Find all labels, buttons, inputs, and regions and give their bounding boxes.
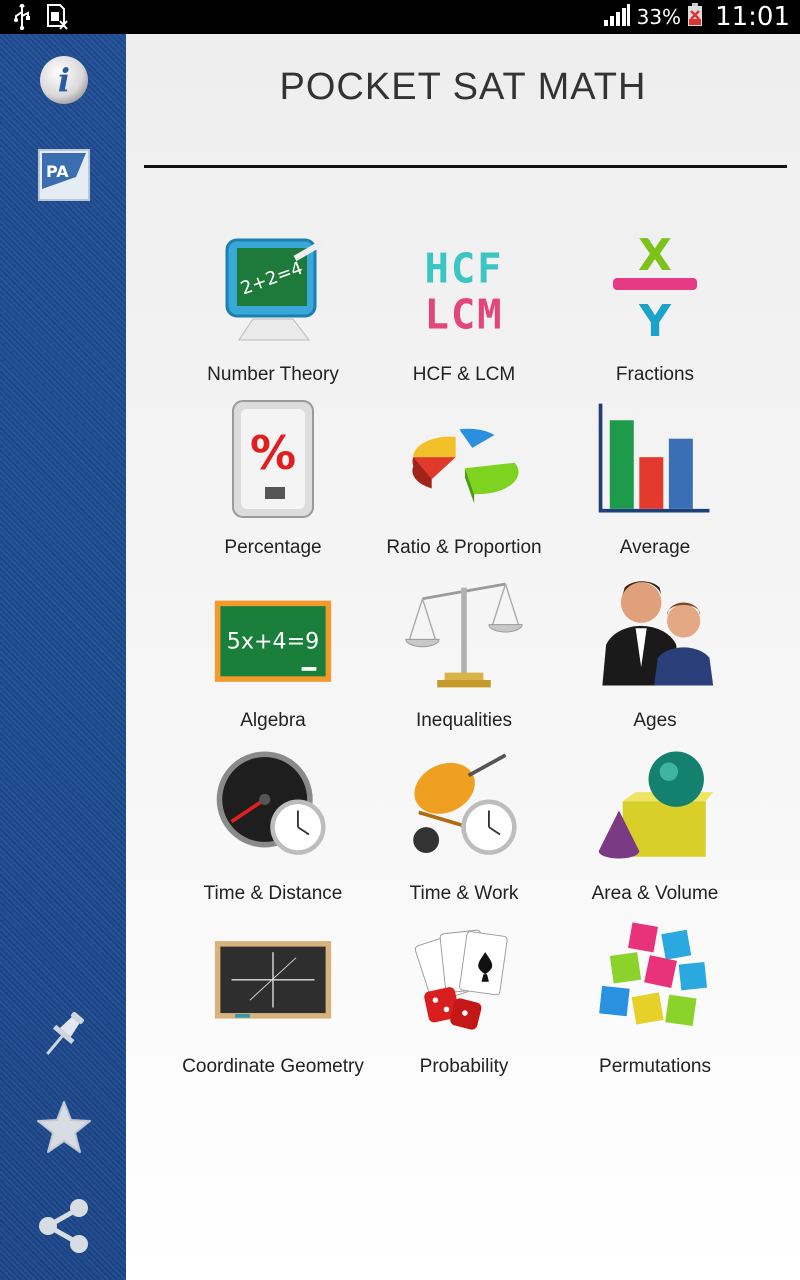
topic-label: Area & Volume	[591, 883, 719, 904]
share-icon	[34, 1195, 94, 1259]
topic-label: Algebra	[240, 710, 306, 731]
svg-text:i: i	[58, 61, 70, 99]
topic-inequalities[interactable]: Inequalities	[369, 568, 559, 741]
chalkboard-monitor-icon: 2+2=4	[213, 224, 333, 348]
sidebar: i PA	[0, 34, 126, 1280]
topic-label: Ages	[633, 710, 677, 731]
coordinate-board-icon	[213, 916, 333, 1040]
topic-label: Fractions	[615, 364, 695, 385]
topic-label: Permutations	[599, 1056, 711, 1077]
topic-label: HCF & LCM	[412, 364, 516, 385]
battery-icon	[687, 3, 703, 31]
pin-button[interactable]	[34, 1006, 94, 1066]
topic-ages[interactable]: Ages	[560, 568, 750, 741]
topic-label: Inequalities	[415, 710, 513, 731]
favorite-button[interactable]	[34, 1100, 94, 1160]
algebra-equation: 5x+4=9	[227, 629, 319, 655]
info-icon: i	[38, 54, 90, 110]
topic-label: Time & Work	[409, 883, 519, 904]
share-button[interactable]	[34, 1197, 94, 1257]
percent-symbol: %	[250, 426, 296, 480]
topic-percentage[interactable]: % Percentage	[178, 395, 368, 568]
topic-label: Number Theory	[207, 364, 339, 385]
algebra-board-icon: 5x+4=9	[213, 570, 333, 694]
topic-ratio-proportion[interactable]: Ratio & Proportion	[369, 395, 559, 568]
status-bar: 33% 11:01	[0, 0, 800, 34]
pa-app-button[interactable]: PA	[34, 147, 94, 207]
hcf-lcm-blocks-icon: HCF LCM	[404, 224, 524, 348]
topic-label: Ratio & Proportion	[386, 537, 542, 558]
topic-average[interactable]: Average	[560, 395, 750, 568]
lcm-text: LCM	[425, 290, 504, 338]
topic-algebra[interactable]: 5x+4=9 Algebra	[178, 568, 368, 741]
letter-cubes-icon	[595, 916, 715, 1040]
topic-coordinate-geometry[interactable]: Coordinate Geometry	[178, 914, 368, 1087]
topic-number-theory[interactable]: 2+2=4 Number Theory	[178, 222, 368, 395]
topic-fractions[interactable]: X Y Fractions	[560, 222, 750, 395]
topic-label: Time & Distance	[203, 883, 343, 904]
pie-chart-icon	[404, 397, 524, 521]
battery-percent: 33%	[636, 5, 682, 29]
fraction-xy-icon: X Y	[595, 224, 715, 348]
topic-time-work[interactable]: Time & Work	[369, 741, 559, 914]
pa-app-text: PA	[46, 162, 69, 181]
topic-label: Probability	[419, 1056, 509, 1077]
pa-app-icon: PA	[36, 147, 92, 207]
topic-hcf-lcm[interactable]: HCF LCM HCF & LCM	[369, 222, 559, 395]
hcf-text: HCF	[425, 244, 504, 292]
topic-label: Average	[619, 537, 691, 558]
topic-area-volume[interactable]: Area & Volume	[560, 741, 750, 914]
speedometer-clock-icon	[213, 743, 333, 867]
people-icon	[595, 570, 715, 694]
fraction-y: Y	[638, 296, 672, 347]
title-divider	[144, 165, 787, 168]
balance-scale-icon	[404, 570, 524, 694]
topic-time-distance[interactable]: Time & Distance	[178, 741, 368, 914]
topic-label: Coordinate Geometry	[182, 1056, 364, 1077]
cards-dice-icon	[404, 916, 524, 1040]
star-icon	[34, 1098, 94, 1162]
page-title: POCKET SAT MATH	[279, 66, 647, 108]
main-content: POCKET SAT MATH 2+2=4 Number Theory HCF …	[126, 34, 800, 1280]
usb-icon	[12, 2, 32, 34]
signal-bars-icon	[603, 4, 631, 30]
info-button[interactable]: i	[34, 52, 94, 112]
percent-tag-icon: %	[213, 397, 333, 521]
topic-label: Percentage	[224, 537, 322, 558]
topic-probability[interactable]: Probability	[369, 914, 559, 1087]
topic-permutations[interactable]: Permutations	[560, 914, 750, 1087]
fraction-x: X	[638, 230, 672, 281]
clock-time: 11:01	[715, 2, 790, 32]
cement-mixer-clock-icon	[404, 743, 524, 867]
pin-icon	[36, 1006, 92, 1066]
bar-chart-icon	[595, 397, 715, 521]
3d-shapes-icon	[595, 743, 715, 867]
sim-card-icon	[46, 4, 68, 34]
